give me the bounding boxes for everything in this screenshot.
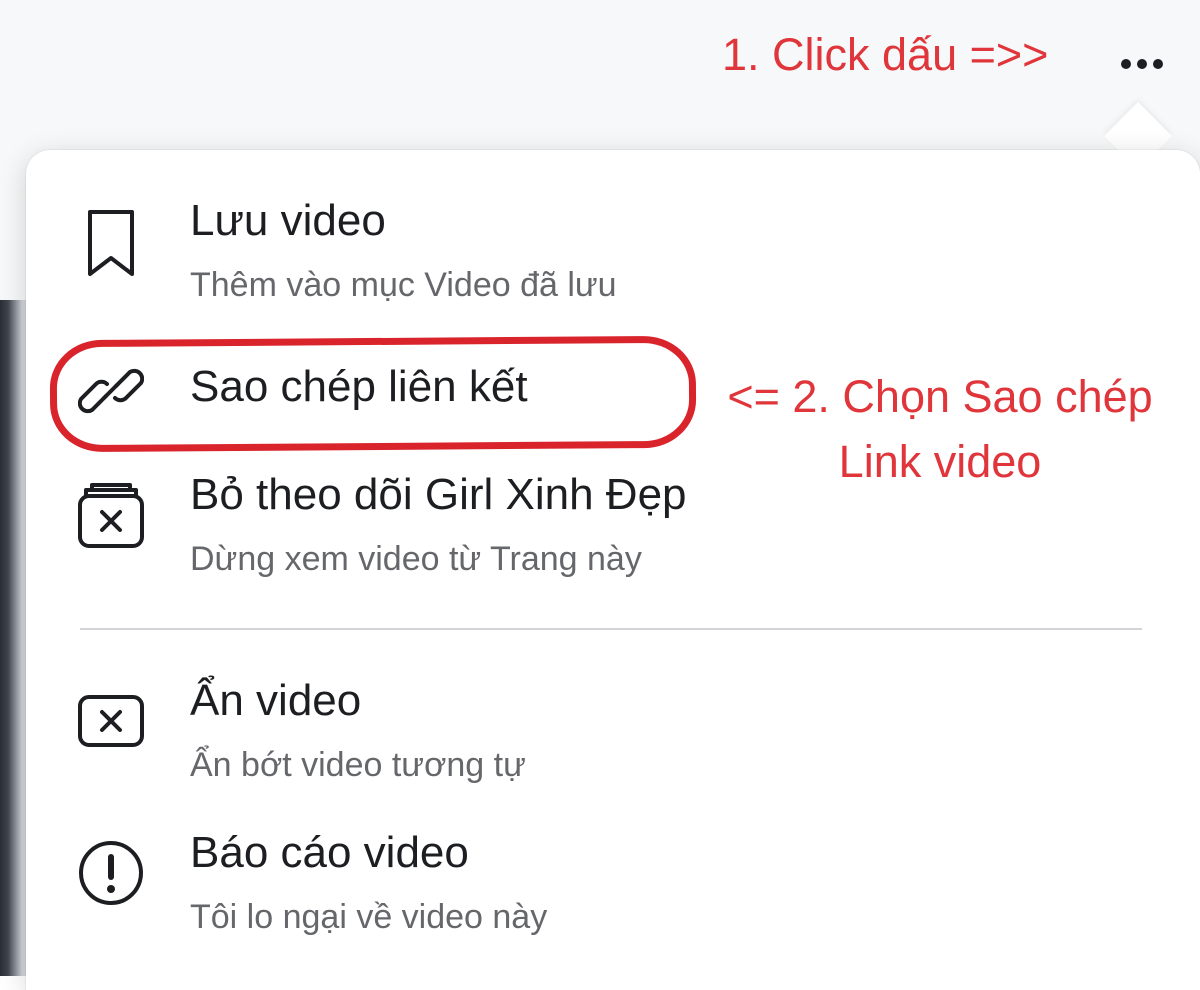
menu-item-hide-video[interactable]: Ẩn video Ẩn bớt video tương tự [26, 668, 1200, 798]
bookmark-icon [76, 208, 146, 278]
more-dot [1153, 59, 1163, 69]
hide-icon [76, 686, 146, 756]
menu-item-title: Ẩn video [190, 676, 362, 725]
more-dot [1121, 59, 1131, 69]
menu-item-title: Báo cáo video [190, 828, 469, 877]
menu-item-subtitle: Tôi lo ngại về video này [190, 898, 548, 936]
menu-divider [80, 628, 1142, 630]
more-dot [1137, 59, 1147, 69]
video-options-menu: Lưu video Thêm vào mục Video đã lưu Sao … [26, 150, 1200, 990]
menu-item-subtitle: Dừng xem video từ Trang này [190, 540, 642, 578]
annotation-step-1: 1. Click dấu =>> [722, 29, 1049, 80]
menu-item-subtitle: Thêm vào mục Video đã lưu [190, 266, 617, 304]
annotation-step-2: <= 2. Chọn Sao chép Link video [716, 364, 1164, 495]
menu-item-save-video[interactable]: Lưu video Thêm vào mục Video đã lưu [26, 190, 1200, 320]
annotation-step-2-line-2: Link video [838, 436, 1042, 488]
link-icon [76, 356, 146, 426]
menu-item-title: Lưu video [190, 196, 386, 245]
unfollow-icon [76, 480, 146, 550]
annotation-step-2-line-1: <= 2. Chọn Sao chép [727, 371, 1153, 422]
report-icon [76, 838, 146, 908]
more-options-button[interactable] [1104, 36, 1180, 92]
menu-item-title: Bỏ theo dõi Girl Xinh Đẹp [190, 470, 687, 519]
menu-item-title: Sao chép liên kết [190, 362, 528, 411]
menu-item-report-video[interactable]: Báo cáo video Tôi lo ngại về video này [26, 820, 1200, 950]
menu-item-subtitle: Ẩn bớt video tương tự [190, 746, 526, 784]
